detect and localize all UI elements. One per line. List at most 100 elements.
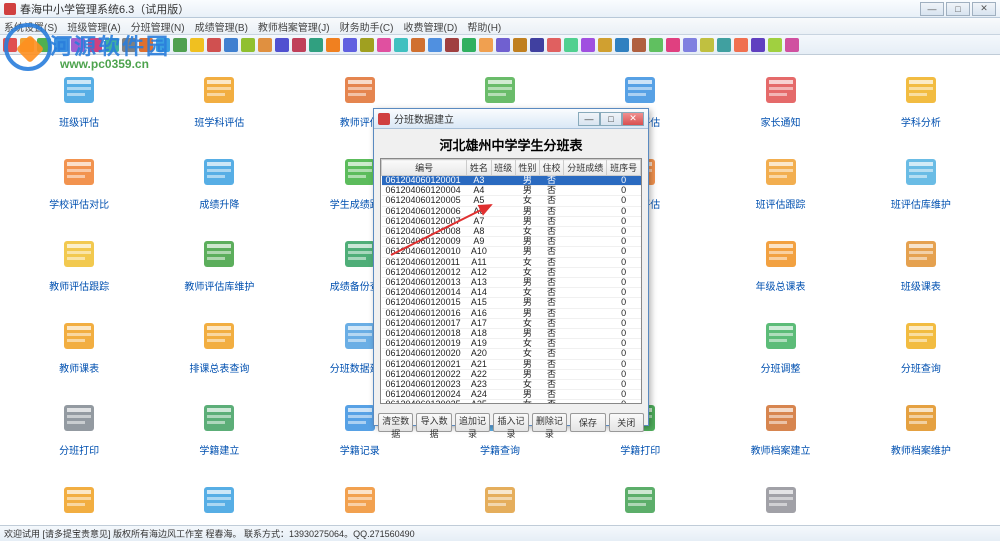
table-row[interactable]: 061204060120009A9男否0 bbox=[382, 237, 641, 247]
dialog-button[interactable]: 插入记录 bbox=[493, 413, 528, 432]
menu-item[interactable]: 班级管理(A) bbox=[67, 19, 120, 34]
table-row[interactable]: 061204060120011A11女否0 bbox=[382, 257, 641, 267]
toolbar-button[interactable] bbox=[462, 38, 476, 52]
table-row[interactable]: 061204060120001A3男否0 bbox=[382, 176, 641, 186]
table-row[interactable]: 061204060120021A21男否0 bbox=[382, 359, 641, 369]
table-row[interactable]: 061204060120016A16男否0 bbox=[382, 308, 641, 318]
launcher-item[interactable]: 班评估库维护 bbox=[852, 147, 990, 223]
maximize-button[interactable]: □ bbox=[946, 2, 970, 16]
launcher-item[interactable]: 教师档案建立 bbox=[711, 393, 849, 469]
toolbar-button[interactable] bbox=[258, 38, 272, 52]
launcher-item[interactable]: 成绩升降 bbox=[150, 147, 288, 223]
toolbar-button[interactable] bbox=[666, 38, 680, 52]
column-header[interactable]: 分班成绩 bbox=[564, 160, 607, 176]
table-row[interactable]: 061204060120004A4男否0 bbox=[382, 186, 641, 196]
menu-item[interactable]: 收费管理(D) bbox=[403, 19, 457, 34]
launcher-item[interactable]: 教师评估库维护 bbox=[150, 229, 288, 305]
table-row[interactable]: 061204060120019A19女否0 bbox=[382, 339, 641, 349]
toolbar-button[interactable] bbox=[428, 38, 442, 52]
close-button[interactable]: ✕ bbox=[972, 2, 996, 16]
toolbar-button[interactable] bbox=[20, 38, 34, 52]
launcher-item[interactable]: 教师课表 bbox=[10, 311, 148, 387]
column-header[interactable]: 编号 bbox=[382, 160, 467, 176]
table-row[interactable]: 061204060120010A10男否0 bbox=[382, 247, 641, 257]
dialog-button[interactable]: 清空数据 bbox=[378, 413, 413, 432]
toolbar-button[interactable] bbox=[768, 38, 782, 52]
table-row[interactable]: 061204060120012A12女否0 bbox=[382, 267, 641, 277]
toolbar-button[interactable] bbox=[496, 38, 510, 52]
toolbar-button[interactable] bbox=[632, 38, 646, 52]
toolbar-button[interactable] bbox=[122, 38, 136, 52]
column-header[interactable]: 班级 bbox=[491, 160, 515, 176]
table-row[interactable]: 061204060120018A18男否0 bbox=[382, 329, 641, 339]
launcher-item[interactable]: 班评估跟踪 bbox=[711, 147, 849, 223]
dialog-button[interactable]: 导入数据 bbox=[416, 413, 451, 432]
toolbar-button[interactable] bbox=[530, 38, 544, 52]
launcher-item[interactable]: 教师档案维护 bbox=[852, 393, 990, 469]
toolbar-button[interactable] bbox=[785, 38, 799, 52]
table-row[interactable]: 061204060120005A5女否0 bbox=[382, 196, 641, 206]
toolbar-button[interactable] bbox=[190, 38, 204, 52]
table-row[interactable]: 061204060120014A14女否0 bbox=[382, 288, 641, 298]
table-row[interactable]: 061204060120013A13男否0 bbox=[382, 278, 641, 288]
toolbar-button[interactable] bbox=[139, 38, 153, 52]
toolbar-button[interactable] bbox=[292, 38, 306, 52]
dialog-button[interactable]: 删除记录 bbox=[532, 413, 567, 432]
toolbar-button[interactable] bbox=[411, 38, 425, 52]
launcher-item[interactable]: 学科分析 bbox=[852, 65, 990, 141]
toolbar-button[interactable] bbox=[479, 38, 493, 52]
minimize-button[interactable]: — bbox=[920, 2, 944, 16]
table-row[interactable]: 061204060120008A8女否0 bbox=[382, 227, 641, 237]
launcher-item[interactable]: 排课总表查询 bbox=[150, 311, 288, 387]
toolbar-button[interactable] bbox=[734, 38, 748, 52]
toolbar-button[interactable] bbox=[309, 38, 323, 52]
toolbar-button[interactable] bbox=[564, 38, 578, 52]
toolbar-button[interactable] bbox=[275, 38, 289, 52]
toolbar-button[interactable] bbox=[683, 38, 697, 52]
table-row[interactable]: 061204060120015A15男否0 bbox=[382, 298, 641, 308]
toolbar-button[interactable] bbox=[700, 38, 714, 52]
menu-item[interactable]: 财务助手(C) bbox=[340, 19, 394, 34]
table-row[interactable]: 061204060120007A7男否0 bbox=[382, 216, 641, 226]
menu-item[interactable]: 帮助(H) bbox=[467, 19, 501, 34]
table-row[interactable]: 061204060120025A25女否0 bbox=[382, 400, 641, 404]
toolbar-button[interactable] bbox=[156, 38, 170, 52]
toolbar-button[interactable] bbox=[343, 38, 357, 52]
column-header[interactable]: 班序号 bbox=[607, 160, 641, 176]
toolbar-button[interactable] bbox=[207, 38, 221, 52]
toolbar-button[interactable] bbox=[360, 38, 374, 52]
launcher-item[interactable]: 分班查询 bbox=[852, 311, 990, 387]
table-row[interactable]: 061204060120024A24男否0 bbox=[382, 390, 641, 400]
toolbar-button[interactable] bbox=[326, 38, 340, 52]
table-row[interactable]: 061204060120022A22男否0 bbox=[382, 369, 641, 379]
menu-item[interactable]: 分班管理(N) bbox=[131, 19, 185, 34]
launcher-item[interactable]: 班学科评估 bbox=[150, 65, 288, 141]
launcher-item[interactable]: 学校评估对比 bbox=[10, 147, 148, 223]
toolbar-button[interactable] bbox=[105, 38, 119, 52]
toolbar-button[interactable] bbox=[581, 38, 595, 52]
menu-item[interactable]: 教师档案管理(J) bbox=[258, 19, 330, 34]
column-header[interactable]: 住校 bbox=[539, 160, 563, 176]
launcher-item[interactable]: 年级总课表 bbox=[711, 229, 849, 305]
launcher-item[interactable]: 家长通知 bbox=[711, 65, 849, 141]
launcher-item[interactable]: 学籍建立 bbox=[150, 393, 288, 469]
toolbar-button[interactable] bbox=[649, 38, 663, 52]
toolbar-button[interactable] bbox=[88, 38, 102, 52]
toolbar-button[interactable] bbox=[377, 38, 391, 52]
table-row[interactable]: 061204060120006A6男否0 bbox=[382, 206, 641, 216]
toolbar-button[interactable] bbox=[71, 38, 85, 52]
toolbar-button[interactable] bbox=[598, 38, 612, 52]
table-row[interactable]: 061204060120017A17女否0 bbox=[382, 318, 641, 328]
launcher-item[interactable]: 教师评估跟踪 bbox=[10, 229, 148, 305]
toolbar-button[interactable] bbox=[54, 38, 68, 52]
toolbar-button[interactable] bbox=[37, 38, 51, 52]
toolbar-button[interactable] bbox=[3, 38, 17, 52]
toolbar-button[interactable] bbox=[615, 38, 629, 52]
dialog-button[interactable]: 关闭 bbox=[609, 413, 644, 432]
toolbar-button[interactable] bbox=[547, 38, 561, 52]
menu-item[interactable]: 成绩管理(B) bbox=[195, 19, 248, 34]
toolbar-button[interactable] bbox=[445, 38, 459, 52]
table-row[interactable]: 061204060120020A20女否0 bbox=[382, 349, 641, 359]
column-header[interactable]: 姓名 bbox=[467, 160, 491, 176]
column-header[interactable]: 性别 bbox=[515, 160, 539, 176]
